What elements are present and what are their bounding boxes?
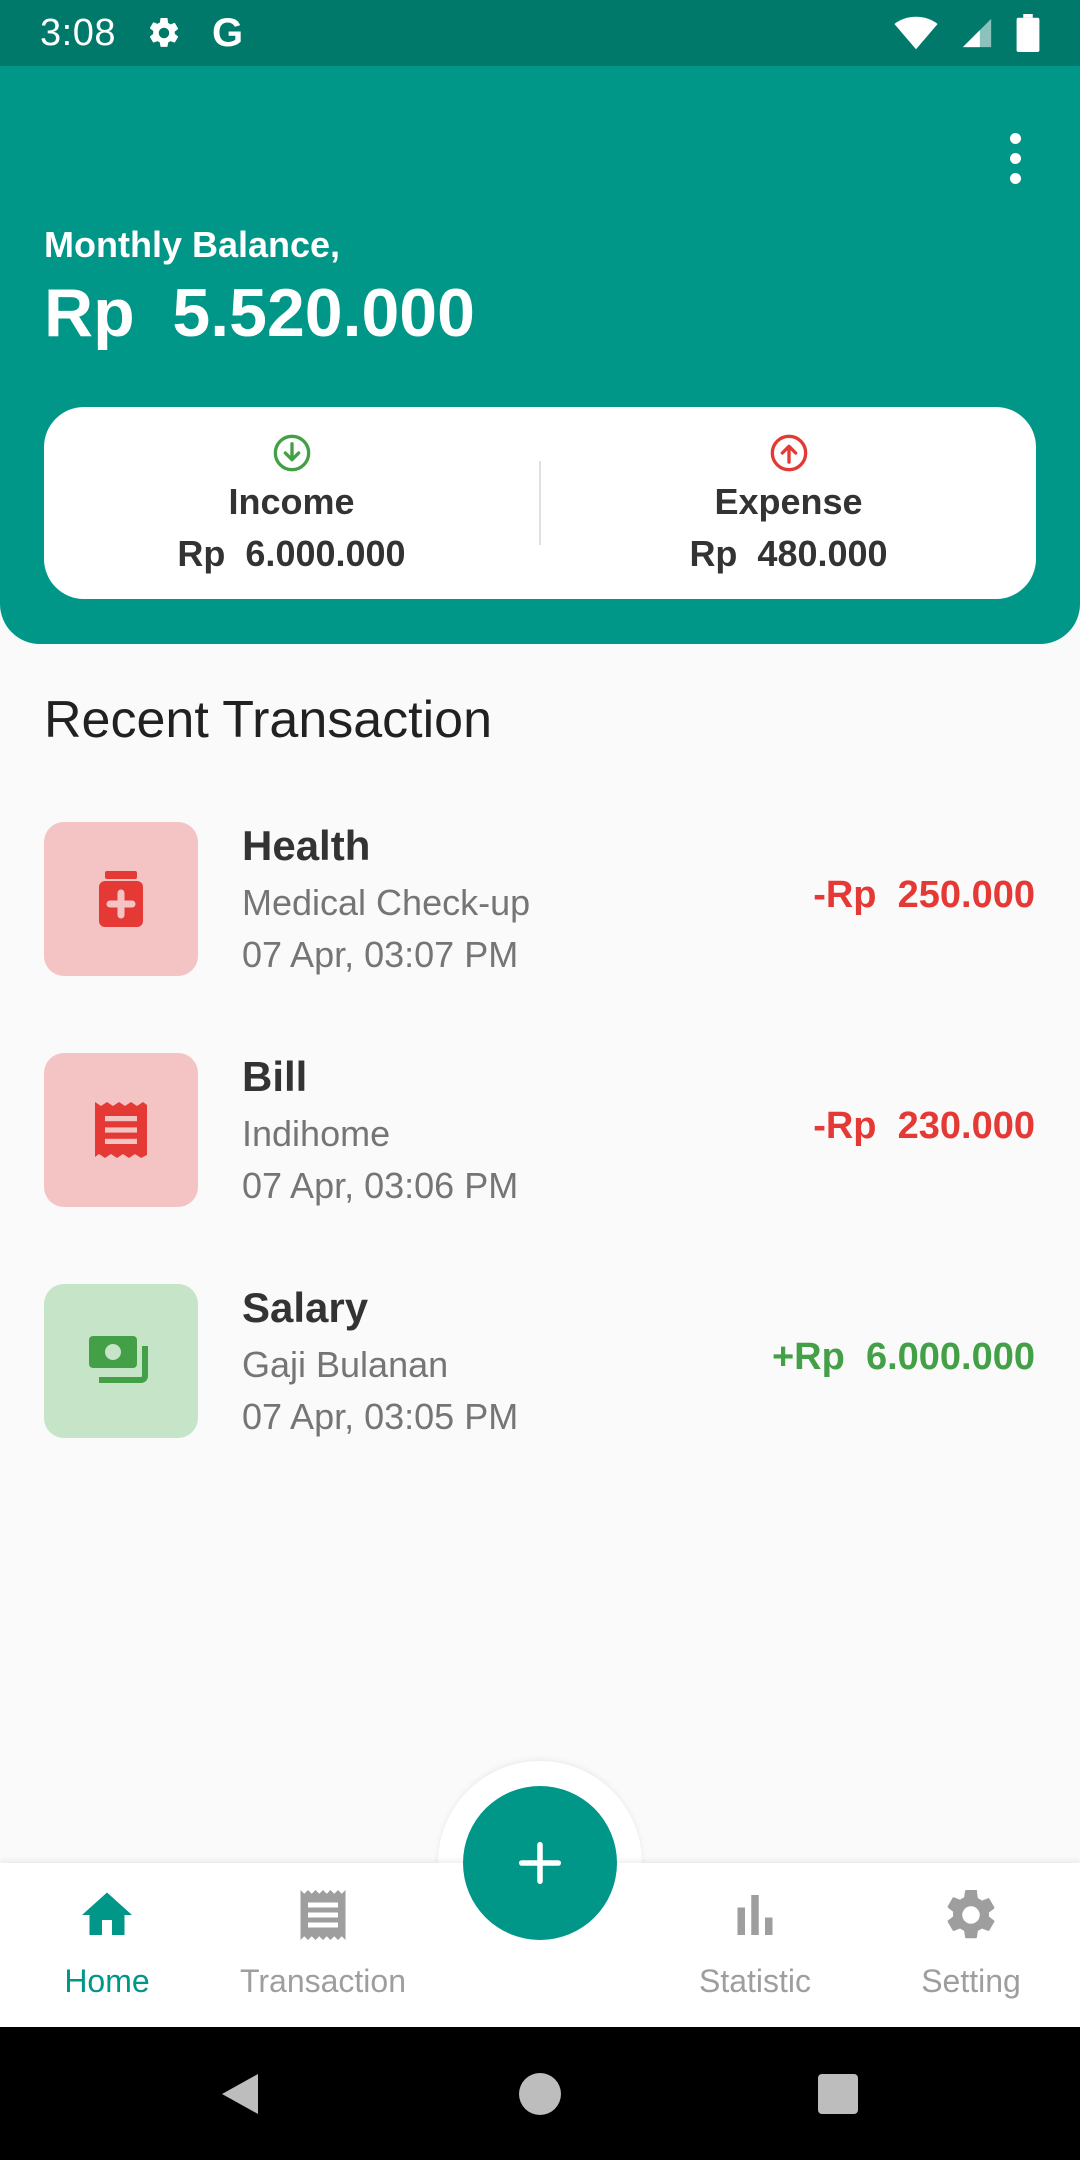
nav-item-transaction[interactable]: Transaction: [223, 1885, 423, 2015]
bar-chart-icon: [737, 1895, 773, 1935]
receipt-icon: [95, 1102, 147, 1158]
income-summary[interactable]: Income Rp 6.000.000: [44, 407, 539, 599]
recents-icon[interactable]: [778, 2027, 898, 2160]
recent-transaction-title: Recent Transaction: [44, 691, 493, 749]
list-icon: [300, 1890, 346, 1940]
nav-item-home[interactable]: Home: [7, 1885, 207, 2015]
nav-item-statistic[interactable]: Statistic: [655, 1885, 855, 2015]
balance-value: Rp 5.520.000: [44, 275, 475, 351]
money-icon: [89, 1336, 148, 1383]
arrow-up-circle-icon: [770, 434, 807, 472]
transaction-list: Health Medical Check-up 07 Apr, 03:07 PM…: [0, 822, 1080, 1515]
arrow-down-circle-icon: [273, 434, 310, 472]
transaction-amount: -Rp 250.000: [813, 874, 1035, 916]
transaction-icon-box: [44, 1284, 198, 1438]
nav-label-statistic: Statistic: [698, 1963, 812, 1999]
transaction-date: 07 Apr, 03:06 PM: [242, 1165, 519, 1206]
plus-icon: [518, 1841, 562, 1885]
system-navigation-bar: [0, 2027, 1080, 2160]
google-icon: G: [211, 10, 244, 55]
status-time: 3:08: [40, 11, 116, 54]
expense-summary[interactable]: Expense Rp 480.000: [541, 407, 1036, 599]
home-icon: [82, 1892, 132, 1935]
transaction-category: Bill: [242, 1053, 308, 1100]
add-transaction-button[interactable]: [463, 1786, 617, 1940]
expense-amount: Rp 480.000: [689, 533, 888, 574]
balance-header: Monthly Balance, Rp 5.520.000 Income Rp …: [0, 66, 1080, 644]
transaction-item-health[interactable]: Health Medical Check-up 07 Apr, 03:07 PM…: [0, 822, 1080, 1053]
transaction-amount: -Rp 230.000: [813, 1105, 1035, 1147]
transaction-icon-box: [44, 1053, 198, 1207]
back-icon[interactable]: [180, 2027, 300, 2160]
transaction-description: Indihome: [242, 1113, 391, 1154]
nav-label-transaction: Transaction: [240, 1963, 406, 1999]
gear-icon: [947, 1889, 995, 1939]
status-right: [894, 14, 1040, 52]
status-left: 3:08 G: [40, 11, 243, 56]
summary-card: Income Rp 6.000.000 Expense Rp 480.000: [44, 407, 1036, 599]
transaction-item-salary[interactable]: Salary Gaji Bulanan 07 Apr, 03:05 PM +Rp…: [0, 1284, 1080, 1515]
transaction-item-bill[interactable]: Bill Indihome 07 Apr, 03:06 PM -Rp 230.0…: [0, 1053, 1080, 1284]
transaction-category: Health: [242, 822, 371, 869]
transaction-amount: +Rp 6.000.000: [771, 1336, 1035, 1378]
medicine-icon: [99, 871, 143, 927]
wifi-icon: [894, 16, 938, 50]
nav-label-home: Home: [64, 1963, 150, 1999]
nav-item-setting[interactable]: Setting: [871, 1885, 1071, 2015]
income-amount: Rp 6.000.000: [177, 533, 406, 574]
transaction-date: 07 Apr, 03:05 PM: [242, 1396, 519, 1437]
battery-icon: [1016, 14, 1040, 52]
transaction-date: 07 Apr, 03:07 PM: [242, 934, 519, 975]
home-button-icon[interactable]: [480, 2027, 600, 2160]
nav-label-setting: Setting: [921, 1963, 1021, 1999]
status-bar: 3:08 G: [0, 0, 1080, 66]
gear-icon: [149, 17, 179, 47]
balance-label: Monthly Balance,: [44, 224, 341, 265]
transaction-icon-box: [44, 822, 198, 976]
signal-icon: [962, 18, 992, 48]
expense-title: Expense: [714, 481, 863, 522]
income-title: Income: [228, 481, 355, 522]
more-vert-icon[interactable]: [990, 118, 1040, 198]
transaction-description: Gaji Bulanan: [242, 1344, 449, 1385]
transaction-description: Medical Check-up: [242, 882, 531, 923]
transaction-category: Salary: [242, 1284, 369, 1331]
